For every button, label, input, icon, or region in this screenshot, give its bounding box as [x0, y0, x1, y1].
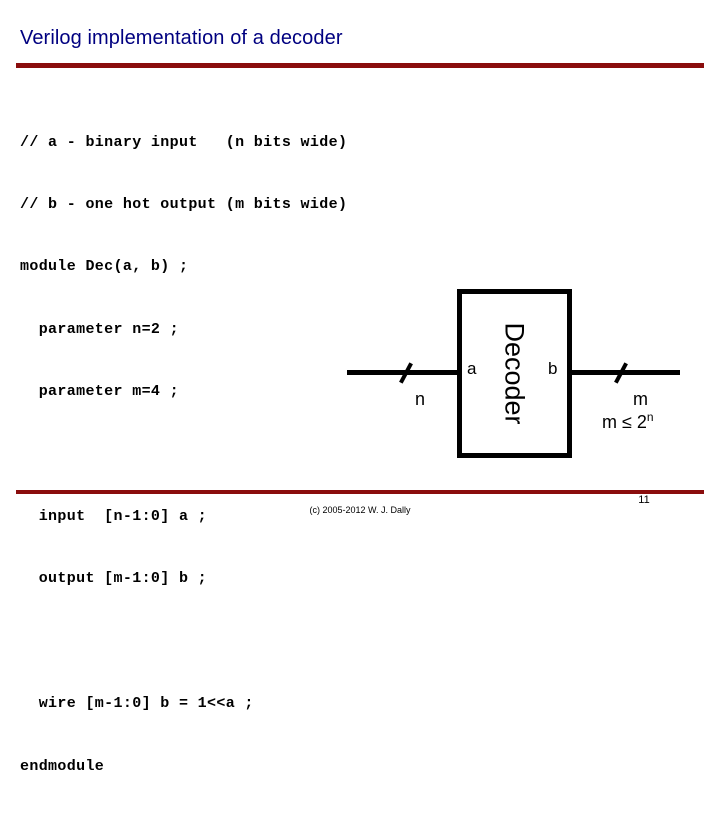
width-constraint-annotation: m ≤ 2n [602, 410, 654, 432]
code-line: output [m-1:0] b ; [20, 570, 208, 588]
code-line: parameter n=2 ; [20, 320, 179, 338]
code-line: module Dec(a, b) ; [20, 258, 189, 276]
decoder-block-label-text: Decoder [500, 322, 530, 425]
code-line: endmodule [20, 757, 105, 775]
page-title: Verilog implementation of a decoder [20, 27, 343, 49]
verilog-code-block: // a - binary input (n bits wide) // b -… [20, 91, 347, 819]
slide-canvas: Verilog implementation of a decoder // a… [0, 0, 720, 775]
output-port-label: b [548, 359, 558, 378]
footer-divider [16, 490, 704, 494]
code-line: // a - binary input (n bits wide) [20, 133, 348, 151]
width-constraint-base: m ≤ 2 [602, 412, 647, 432]
code-line: wire [m-1:0] b = 1<<a ; [20, 695, 254, 713]
code-line: // b - one hot output (m bits wide) [20, 195, 348, 213]
width-constraint-exponent: n [646, 410, 654, 424]
code-line: parameter m=4 ; [20, 383, 179, 401]
input-bus-width-label: n [415, 389, 426, 409]
decoder-block-diagram: n Decoder a b m m ≤ 2n [330, 280, 710, 470]
title-divider [16, 63, 704, 68]
copyright-text: (c) 2005-2012 W. J. Dally [309, 505, 411, 515]
input-port-label: a [467, 359, 477, 378]
output-bus-width-label: m [633, 389, 648, 409]
page-number: 11 [638, 494, 650, 506]
